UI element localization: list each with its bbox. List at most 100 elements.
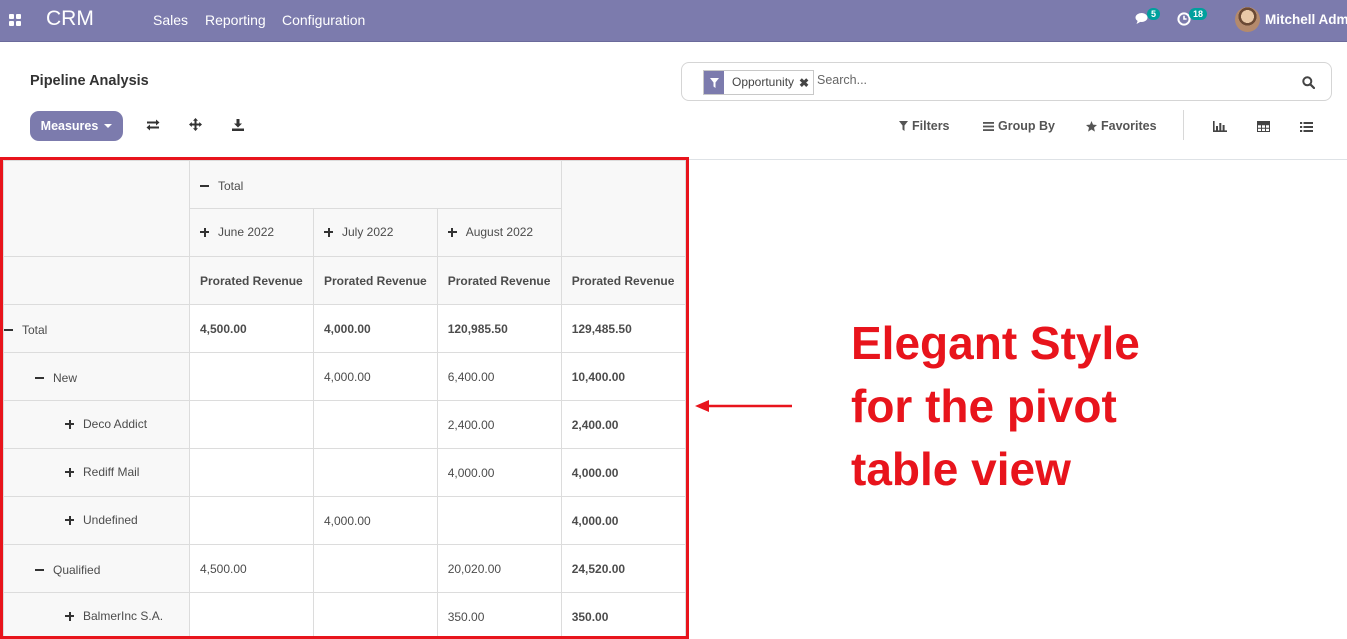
measures-button[interactable]: Measures bbox=[30, 111, 123, 141]
table-row: New 4,000.00 6,400.00 10,400.00 bbox=[3, 352, 686, 401]
measure-header[interactable]: Prorated Revenue bbox=[313, 256, 438, 305]
pivot-cell[interactable] bbox=[313, 400, 438, 449]
col-header-july-2022[interactable]: July 2022 bbox=[313, 208, 438, 257]
search-icon[interactable] bbox=[1302, 76, 1316, 94]
close-icon[interactable]: ✖ bbox=[799, 71, 813, 94]
expand-icon bbox=[447, 227, 457, 237]
expand-icon bbox=[324, 227, 333, 237]
menu-reporting[interactable]: Reporting bbox=[205, 12, 266, 28]
col-header-total-spacer bbox=[560, 160, 686, 257]
pivot-view-icon[interactable] bbox=[1257, 119, 1270, 137]
search-facet: Opportunity ✖ bbox=[703, 70, 815, 95]
row-header-balmerinc[interactable]: BalmerInc S.A. bbox=[3, 592, 190, 639]
annotation-line: table view bbox=[851, 443, 1071, 495]
pivot-cell[interactable] bbox=[189, 496, 314, 545]
annotation-line: Elegant Style bbox=[851, 317, 1140, 369]
row-header-new[interactable]: New bbox=[3, 352, 190, 401]
star-icon bbox=[1086, 120, 1097, 132]
collapse-icon bbox=[35, 569, 44, 571]
facet-value: Opportunity bbox=[724, 71, 800, 94]
flip-axis-icon[interactable] bbox=[146, 118, 160, 136]
activity-menu[interactable]: 18 bbox=[1177, 8, 1208, 31]
menu-sales[interactable]: Sales bbox=[153, 12, 188, 28]
filters-dropdown[interactable]: Filters bbox=[899, 119, 950, 133]
row-header-deco-addict[interactable]: Deco Addict bbox=[3, 400, 190, 449]
download-icon[interactable] bbox=[232, 118, 244, 136]
expand-all-icon[interactable] bbox=[189, 118, 202, 136]
list-view-icon[interactable] bbox=[1300, 119, 1313, 137]
table-row: Qualified 4,500.00 20,020.00 24,520.00 bbox=[3, 544, 686, 593]
page-title: Pipeline Analysis bbox=[30, 73, 149, 89]
pivot-table: Total June 2022 July 2022 August 2022 Pr… bbox=[3, 160, 686, 639]
pivot-cell[interactable] bbox=[436, 496, 562, 545]
row-header-qualified[interactable]: Qualified bbox=[3, 544, 190, 593]
group-by-dropdown[interactable]: Group By bbox=[983, 119, 1055, 133]
pivot-cell[interactable]: 4,500.00 bbox=[189, 304, 314, 353]
col-header-august-2022[interactable]: August 2022 bbox=[436, 208, 562, 257]
top-navbar: CRM Sales Reporting Configuration 5 18 M… bbox=[0, 0, 1347, 42]
measure-header[interactable]: Prorated Revenue bbox=[436, 256, 562, 305]
row-header-rediff-mail[interactable]: Rediff Mail bbox=[3, 448, 190, 497]
pivot-total-cell[interactable]: 10,400.00 bbox=[560, 352, 686, 401]
expand-icon bbox=[65, 467, 74, 477]
table-row: BalmerInc S.A. 350.00 350.00 bbox=[3, 592, 686, 639]
col-header-total[interactable]: Total bbox=[189, 160, 562, 209]
filters-label: Filters bbox=[912, 119, 950, 133]
pivot-total-cell[interactable]: 129,485.50 bbox=[560, 304, 686, 353]
search-input[interactable] bbox=[817, 73, 1287, 87]
annotation-line: for the pivot bbox=[851, 380, 1117, 432]
pivot-cell[interactable]: 4,000.00 bbox=[313, 304, 438, 353]
group-by-label: Group By bbox=[998, 119, 1055, 133]
col-header-june-2022[interactable]: June 2022 bbox=[189, 208, 314, 257]
pivot-cell[interactable]: 350.00 bbox=[436, 592, 562, 639]
pivot-total-cell[interactable]: 2,400.00 bbox=[560, 400, 686, 449]
app-brand[interactable]: CRM bbox=[46, 7, 94, 31]
pivot-cell[interactable] bbox=[313, 544, 438, 593]
pivot-cell[interactable]: 4,000.00 bbox=[436, 448, 562, 497]
collapse-icon bbox=[35, 377, 44, 379]
pivot-cell[interactable]: 4,500.00 bbox=[189, 544, 314, 593]
collapse-icon bbox=[200, 185, 209, 187]
pivot-total-cell[interactable]: 24,520.00 bbox=[560, 544, 686, 593]
pivot-cell[interactable] bbox=[313, 448, 438, 497]
filter-icon bbox=[704, 71, 724, 94]
table-row: Total 4,500.00 4,000.00 120,985.50 129,4… bbox=[3, 304, 686, 353]
pivot-cell[interactable]: 120,985.50 bbox=[436, 304, 562, 353]
pivot-cell[interactable] bbox=[189, 448, 314, 497]
pivot-cell[interactable]: 20,020.00 bbox=[436, 544, 562, 593]
caret-down-icon bbox=[104, 124, 113, 128]
messaging-menu[interactable]: 5 bbox=[1135, 8, 1161, 31]
table-row: Deco Addict 2,400.00 2,400.00 bbox=[3, 400, 686, 449]
pivot-total-cell[interactable]: 4,000.00 bbox=[560, 496, 686, 545]
pivot-total-cell[interactable]: 350.00 bbox=[560, 592, 686, 639]
pivot-cell[interactable] bbox=[189, 400, 314, 449]
table-row: Rediff Mail 4,000.00 4,000.00 bbox=[3, 448, 686, 497]
pivot-cell[interactable] bbox=[313, 592, 438, 639]
apps-menu-icon[interactable] bbox=[9, 14, 21, 26]
pivot-cell[interactable]: 4,000.00 bbox=[313, 352, 438, 401]
arrow-left-icon bbox=[695, 396, 795, 421]
pivot-total-cell[interactable]: 4,000.00 bbox=[560, 448, 686, 497]
table-row: Undefined 4,000.00 4,000.00 bbox=[3, 496, 686, 545]
expand-icon bbox=[65, 611, 74, 621]
measures-label: Measures bbox=[40, 119, 99, 133]
pivot-cell[interactable]: 2,400.00 bbox=[436, 400, 562, 449]
pivot-corner-cell bbox=[3, 160, 190, 257]
measure-header[interactable]: Prorated Revenue bbox=[560, 256, 686, 305]
pivot-cell[interactable] bbox=[189, 592, 314, 639]
graph-view-icon[interactable] bbox=[1213, 119, 1227, 137]
favorites-label: Favorites bbox=[1101, 119, 1157, 133]
pivot-cell[interactable] bbox=[189, 352, 314, 401]
row-header-total[interactable]: Total bbox=[3, 304, 190, 353]
expand-icon bbox=[65, 419, 74, 429]
row-header-undefined[interactable]: Undefined bbox=[3, 496, 190, 545]
pivot-cell[interactable]: 6,400.00 bbox=[436, 352, 562, 401]
menu-configuration[interactable]: Configuration bbox=[282, 12, 365, 28]
user-avatar[interactable] bbox=[1235, 7, 1260, 32]
measure-header[interactable]: Prorated Revenue bbox=[189, 256, 314, 305]
filter-icon bbox=[899, 121, 908, 131]
user-menu[interactable]: Mitchell Admin bbox=[1265, 12, 1347, 27]
favorites-dropdown[interactable]: Favorites bbox=[1086, 119, 1157, 133]
expand-icon bbox=[200, 227, 209, 237]
pivot-cell[interactable]: 4,000.00 bbox=[313, 496, 438, 545]
